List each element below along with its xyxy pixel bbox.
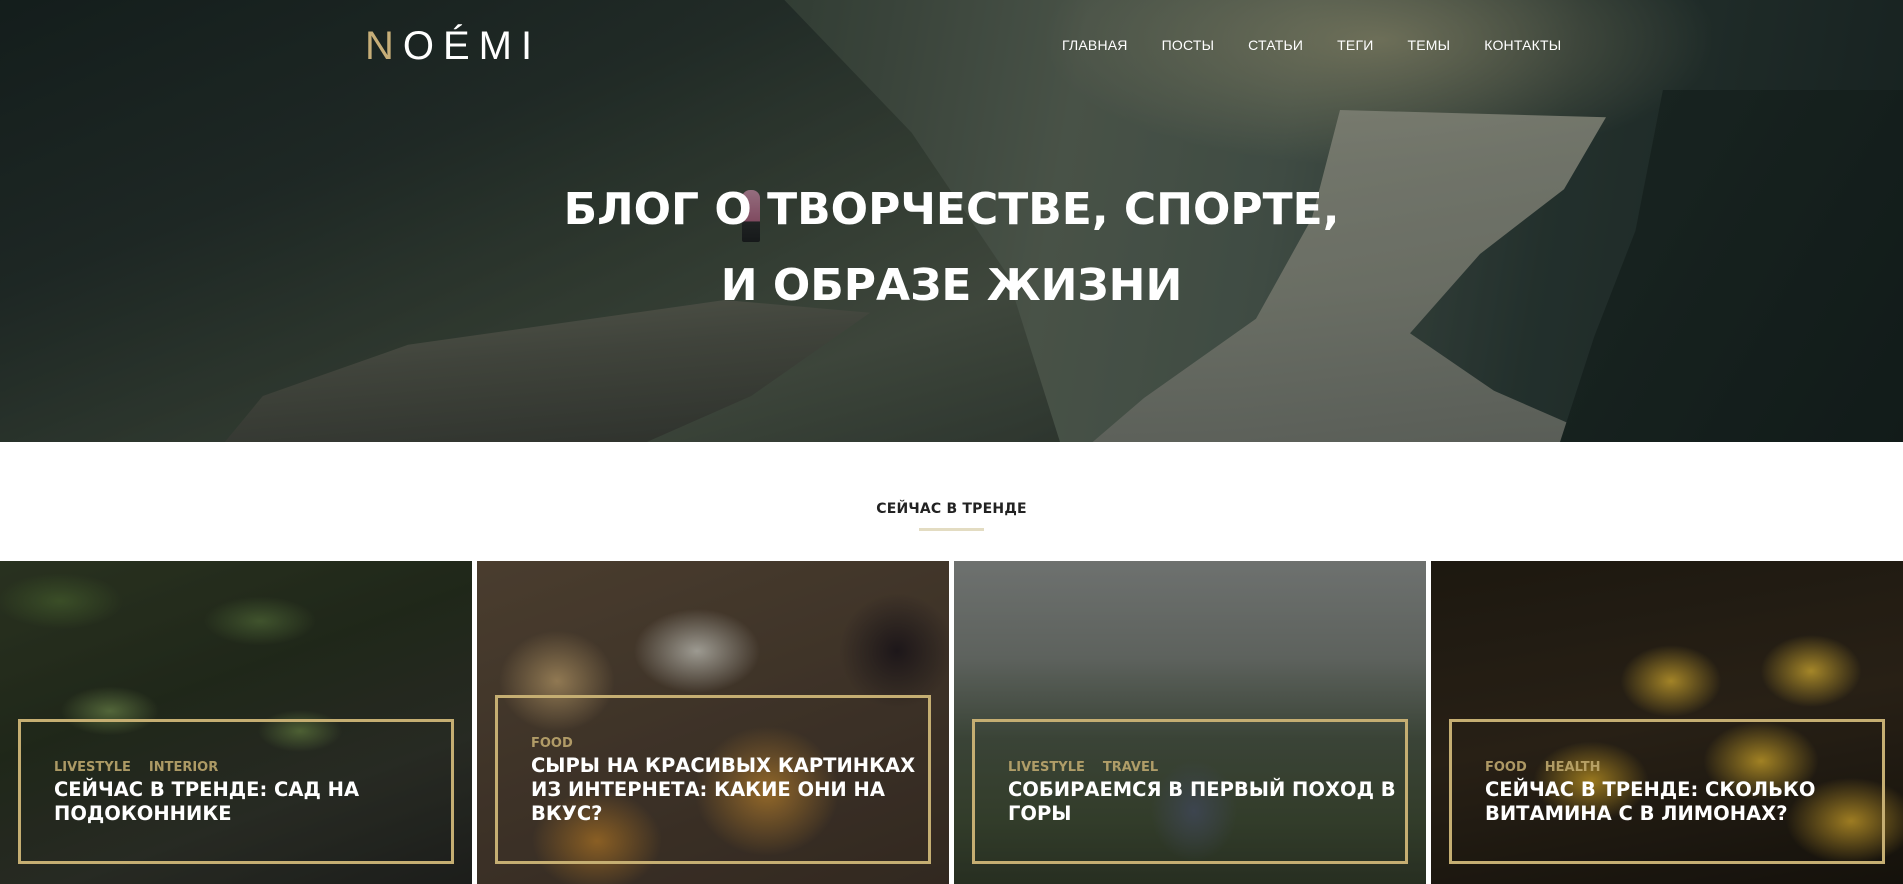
logo[interactable]: NOÉMI [365,24,541,68]
trending-card[interactable]: LIVESTYLE INTERIOR СЕЙЧАС В ТРЕНДЕ: САД … [0,561,472,884]
card-title[interactable]: СЕЙЧАС В ТРЕНДЕ: САД НА ПОДОКОННИКЕ [54,778,444,826]
card-title[interactable]: СОБИРАЕМСЯ В ПЕРВЫЙ ПОХОД В ГОРЫ [1008,778,1398,826]
main-nav: ГЛАВНАЯ ПОСТЫ СТАТЬИ ТЕГИ ТЕМЫ КОНТАКТЫ [1062,36,1561,54]
hero-title: БЛОГ О ТВОРЧЕСТВЕ, СПОРТЕ, И ОБРАЗЕ ЖИЗН… [0,172,1903,324]
hero: NOÉMI ГЛАВНАЯ ПОСТЫ СТАТЬИ ТЕГИ ТЕМЫ КОН… [0,0,1903,442]
nav-item-contacts[interactable]: КОНТАКТЫ [1484,36,1561,54]
logo-rest: OÉMI [402,24,542,68]
nav-item-tags[interactable]: ТЕГИ [1337,36,1373,54]
card-tag[interactable]: HEALTH [1545,760,1601,775]
trending-cards: LIVESTYLE INTERIOR СЕЙЧАС В ТРЕНДЕ: САД … [0,561,1903,884]
card-tag[interactable]: LIVESTYLE [54,760,131,775]
hero-title-line1: БЛОГ О ТВОРЧЕСТВЕ, СПОРТЕ, [563,184,1340,235]
nav-item-articles[interactable]: СТАТЬИ [1248,36,1303,54]
trending-card[interactable]: LIVESTYLE TRAVEL СОБИРАЕМСЯ В ПЕРВЫЙ ПОХ… [954,561,1426,884]
trending-heading: СЕЙЧАС В ТРЕНДЕ [876,501,1027,517]
nav-item-home[interactable]: ГЛАВНАЯ [1062,36,1128,54]
trending-card[interactable]: FOOD HEALTH СЕЙЧАС В ТРЕНДЕ: СКОЛЬКО ВИТ… [1431,561,1903,884]
card-tags: FOOD [531,736,573,751]
card-tags: LIVESTYLE INTERIOR [54,760,218,775]
card-tag[interactable]: LIVESTYLE [1008,760,1085,775]
card-tag[interactable]: FOOD [531,736,573,751]
nav-item-posts[interactable]: ПОСТЫ [1162,36,1215,54]
card-tag[interactable]: TRAVEL [1103,760,1158,775]
card-tags: FOOD HEALTH [1485,760,1600,775]
nav-item-topics[interactable]: ТЕМЫ [1408,36,1451,54]
card-title[interactable]: СЫРЫ НА КРАСИВЫХ КАРТИНКАХ ИЗ ИНТЕРНЕТА:… [531,754,921,826]
hero-title-line2: И ОБРАЗЕ ЖИЗНИ [720,260,1183,311]
trending-underline [919,528,984,531]
card-title[interactable]: СЕЙЧАС В ТРЕНДЕ: СКОЛЬКО ВИТАМИНА С В ЛИ… [1485,778,1875,826]
card-tag[interactable]: FOOD [1485,760,1527,775]
trending-card[interactable]: FOOD СЫРЫ НА КРАСИВЫХ КАРТИНКАХ ИЗ ИНТЕР… [477,561,949,884]
card-tags: LIVESTYLE TRAVEL [1008,760,1158,775]
logo-initial: N [365,24,403,68]
card-tag[interactable]: INTERIOR [149,760,218,775]
